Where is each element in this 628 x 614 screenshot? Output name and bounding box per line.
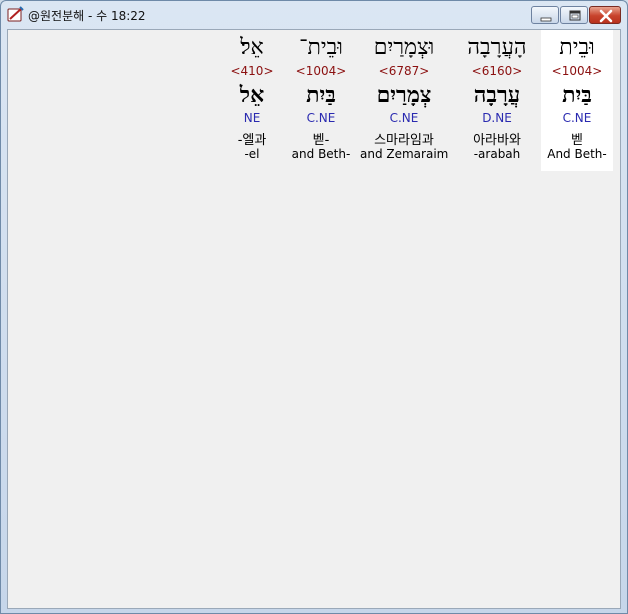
english-gloss: -el (244, 147, 260, 161)
grammar-code: D.NE (482, 111, 512, 125)
maximize-button[interactable] (560, 6, 588, 24)
korean-gloss: 벧 (571, 133, 583, 148)
app-window: @원전분해 - 수 18:22 וּבֵית <1004> בַּיִת C.N… (0, 0, 628, 614)
english-gloss: and Beth- (291, 147, 351, 161)
korean-gloss: 스마라임과 (374, 133, 434, 148)
hebrew-lemma: בַּיִת (306, 82, 336, 108)
hebrew-lemma: עֲרָבָה (473, 82, 521, 108)
grammar-code: C.NE (306, 111, 336, 125)
minimize-button[interactable] (531, 6, 559, 24)
close-icon (599, 9, 613, 23)
grammar-code: NE (243, 111, 261, 125)
korean-gloss: -엘과 (237, 133, 267, 148)
english-gloss: And Beth- (547, 147, 607, 161)
window-title: @원전분해 - 수 18:22 (28, 9, 146, 23)
hebrew-word: אֵל׃ (240, 35, 264, 60)
word-column-4[interactable]: וּבֵית־ <1004> בַּיִת C.NE 벧- and Beth- (288, 30, 354, 171)
english-gloss: -arabah (473, 147, 521, 161)
hebrew-word: הָעֲרָבָה (467, 35, 527, 60)
strong-number[interactable]: <6787> (360, 64, 448, 78)
strong-number[interactable]: <6160> (455, 64, 539, 78)
word-column-5[interactable]: אֵל׃ <410> אֵל NE -엘과 -el (228, 30, 276, 171)
word-column-2[interactable]: הָעֲרָבָה <6160> עֲרָבָה D.NE 아라바와 -arab… (455, 30, 539, 171)
korean-gloss: 벧- (312, 133, 330, 148)
title-bar[interactable]: @원전분해 - 수 18:22 (1, 1, 627, 29)
interlinear-panel: וּבֵית <1004> בַּיִת C.NE 벧 And Beth- הָ… (7, 29, 621, 609)
close-button[interactable] (589, 6, 621, 24)
grammar-code: C.NE (389, 111, 419, 125)
hebrew-word: וּצְמָרַיִם (373, 35, 435, 60)
maximize-icon (569, 10, 581, 21)
english-gloss: and Zemaraim (360, 147, 449, 161)
word-column-1[interactable]: וּבֵית <1004> בַּיִת C.NE 벧 And Beth- (541, 30, 613, 171)
grammar-code: C.NE (562, 111, 592, 125)
strong-number[interactable]: <410> (228, 64, 276, 78)
hebrew-word: וּבֵית (559, 35, 595, 60)
hebrew-lemma: בַּיִת (562, 82, 592, 108)
strong-number[interactable]: <1004> (541, 64, 613, 78)
hebrew-lemma: צְמָרַיִם (376, 82, 432, 108)
minimize-icon (540, 17, 552, 22)
korean-gloss: 아라바와 (473, 133, 521, 148)
strong-number[interactable]: <1004> (288, 64, 354, 78)
bible-pen-icon[interactable] (7, 6, 24, 23)
word-column-3[interactable]: וּצְמָרַיִם <6787> צְמָרַיִם C.NE 스마라임과 … (360, 30, 448, 171)
hebrew-lemma: אֵל (239, 82, 265, 108)
hebrew-word: וּבֵית־ (299, 35, 343, 60)
